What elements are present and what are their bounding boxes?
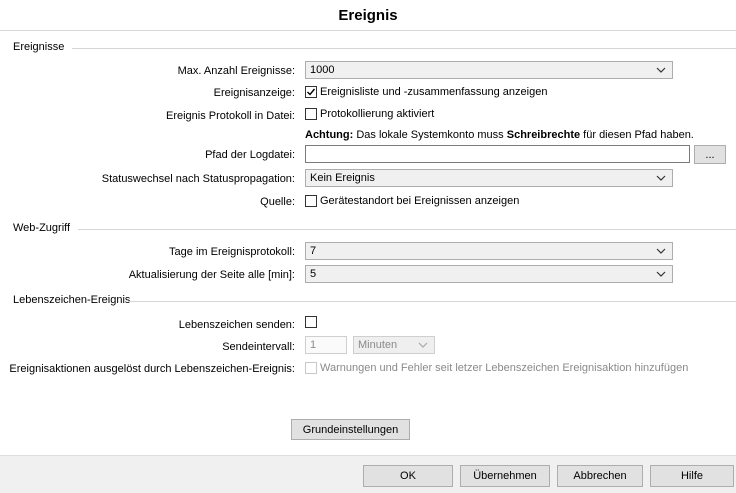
apply-button[interactable]: Übernehmen — [460, 465, 550, 487]
ok-button-label: OK — [400, 470, 416, 482]
refresh-interval-label: Aktualisierung der Seite alle [min]: — [128, 269, 295, 281]
heartbeat-actions-checkbox-label: Warnungen und Fehler seit letzer Lebensz… — [320, 362, 689, 374]
warning-text-part1: Das lokale Systemkonto muss — [356, 129, 504, 141]
defaults-button-label: Grundeinstellungen — [302, 423, 399, 436]
heartbeat-send-label: Lebenszeichen senden: — [178, 319, 295, 331]
dialog-title: Ereignis — [338, 6, 398, 24]
chevron-down-icon — [656, 175, 666, 181]
file-log-checkbox[interactable] — [305, 108, 317, 120]
max-events-combobox[interactable]: 1000 — [305, 61, 673, 79]
warning-bold-permission: Schreibrechte — [506, 129, 581, 141]
checkmark-icon — [307, 88, 316, 96]
apply-button-label: Übernehmen — [473, 470, 537, 482]
warning-bold-prefix: Achtung: — [305, 129, 354, 141]
source-label: Quelle: — [260, 196, 295, 208]
section-divider — [72, 48, 736, 49]
heartbeat-send-checkbox[interactable] — [305, 316, 317, 328]
send-interval-value: 1 — [310, 339, 317, 351]
status-propagation-value: Kein Ereignis — [310, 172, 375, 184]
chevron-down-icon — [656, 67, 666, 73]
send-interval-unit-combobox[interactable]: Minuten — [353, 336, 435, 354]
heartbeat-actions-checkbox[interactable] — [305, 362, 317, 374]
event-display-label: Ereignisanzeige: — [213, 87, 295, 99]
defaults-button[interactable]: Grundeinstellungen — [291, 419, 410, 440]
event-display-checkbox-label: Ereignisliste und -zusammenfassung anzei… — [320, 86, 548, 98]
browse-button-label: ... — [705, 148, 715, 161]
help-button[interactable]: Hilfe — [650, 465, 734, 487]
warning-text-part2: für diesen Pfad haben. — [583, 129, 694, 141]
send-interval-input[interactable]: 1 — [305, 336, 347, 354]
help-button-label: Hilfe — [680, 470, 703, 482]
ok-button[interactable]: OK — [363, 465, 453, 487]
log-path-label: Pfad der Logdatei: — [205, 149, 295, 161]
source-checkbox[interactable] — [305, 195, 317, 207]
log-days-combobox[interactable]: 7 — [305, 242, 673, 260]
section-heading-events: Ereignisse — [13, 41, 65, 53]
status-propagation-combobox[interactable]: Kein Ereignis — [305, 169, 673, 187]
log-days-label: Tage im Ereignisprotokoll: — [169, 246, 295, 258]
browse-button[interactable]: ... — [694, 145, 726, 164]
file-log-checkbox-label: Protokollierung aktiviert — [320, 108, 435, 120]
write-permission-warning: Achtung: Das lokale Systemkonto muss Sch… — [305, 129, 694, 141]
max-events-value: 1000 — [310, 64, 335, 76]
file-log-label: Ereignis Protokoll in Datei: — [165, 110, 295, 122]
send-interval-label: Sendeintervall: — [222, 341, 295, 353]
heartbeat-actions-label: Ereignisaktionen ausgelöst durch Lebensz… — [9, 363, 295, 375]
source-checkbox-label: Gerätestandort bei Ereignissen anzeigen — [320, 195, 520, 207]
event-display-checkbox[interactable] — [305, 86, 317, 98]
section-divider — [128, 301, 736, 302]
max-events-label: Max. Anzahl Ereignisse: — [177, 65, 295, 77]
section-divider — [78, 229, 736, 230]
refresh-interval-value: 5 — [310, 268, 317, 280]
section-heading-heartbeat: Lebenszeichen-Ereignis — [13, 294, 131, 306]
chevron-down-icon — [656, 271, 666, 277]
cancel-button-label: Abbrechen — [573, 470, 627, 482]
chevron-down-icon — [418, 342, 428, 348]
status-propagation-label: Statuswechsel nach Statuspropagation: — [101, 173, 295, 185]
log-path-input[interactable] — [305, 145, 690, 163]
refresh-interval-combobox[interactable]: 5 — [305, 265, 673, 283]
cancel-button[interactable]: Abbrechen — [557, 465, 643, 487]
chevron-down-icon — [656, 248, 666, 254]
log-days-value: 7 — [310, 245, 317, 257]
send-interval-unit-value: Minuten — [358, 339, 398, 351]
section-heading-web: Web-Zugriff — [13, 222, 71, 234]
dialog-title-bar: Ereignis — [0, 0, 736, 31]
